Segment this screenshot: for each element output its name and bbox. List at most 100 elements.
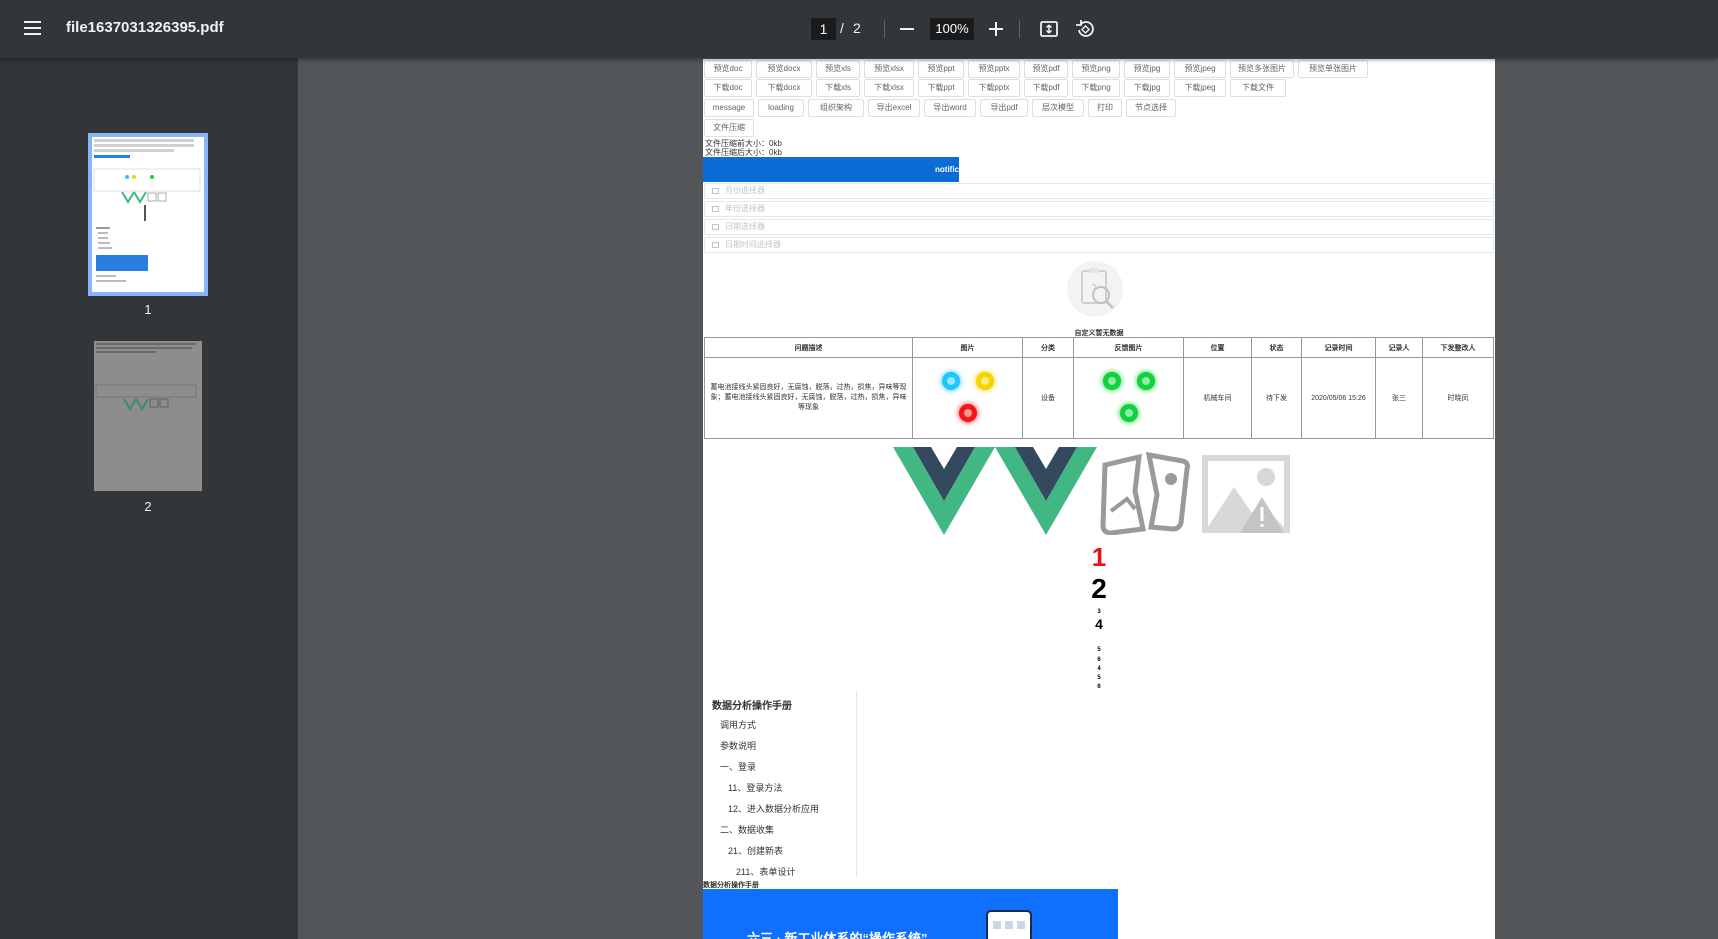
toc-item[interactable]: 二、数据收集: [720, 823, 774, 836]
action-button[interactable]: 预览jpg: [1124, 60, 1170, 78]
toc-item[interactable]: 调用方式: [720, 718, 756, 731]
action-button[interactable]: 预览多张图片: [1230, 60, 1294, 78]
feedback-light-image[interactable]: [1102, 372, 1121, 390]
cell-feedback-images: [1073, 357, 1184, 439]
year-picker-placeholder: 年份选择器: [725, 204, 765, 213]
pdf-toolbar: file1637031326395.pdf 1 / 2 100%: [0, 0, 1718, 58]
action-button[interactable]: 文件压缩: [704, 119, 754, 137]
action-button[interactable]: 导出pdf: [980, 99, 1028, 117]
action-button[interactable]: 下载doc: [704, 79, 752, 97]
page-thumbnail-2[interactable]: [94, 341, 202, 491]
cell-assignee: 时晓凤: [1422, 357, 1494, 439]
number-item: 4: [1097, 666, 1101, 672]
rotate-button[interactable]: [1070, 14, 1100, 44]
datetime-picker-placeholder: 日期时间选择器: [725, 240, 781, 249]
pdf-page: 预览doc 预览docx 预览xls 预览xlsx 预览ppt 预览pptx 预览pdf 预览…: [703, 59, 1495, 939]
action-button[interactable]: 预览ppt: [918, 60, 964, 78]
zoom-out-button[interactable]: [892, 14, 922, 44]
header-image: 图片: [912, 337, 1023, 358]
number-item: 1: [1091, 542, 1107, 572]
action-button[interactable]: 下载文件: [1230, 79, 1286, 97]
number-item: 3: [1097, 609, 1101, 615]
notification-bar: notific: [703, 157, 959, 182]
datetime-picker[interactable]: 日期时间选择器: [704, 237, 1494, 253]
banner-text: 六三 · 新工业体系的“操作系统”: [747, 931, 928, 939]
action-button[interactable]: 预览pdf: [1024, 60, 1068, 78]
menu-icon[interactable]: [16, 17, 48, 41]
month-picker[interactable]: 月份选择器: [704, 183, 1494, 199]
action-button[interactable]: 下载pdf: [1024, 79, 1068, 97]
header-status: 状态: [1251, 337, 1302, 358]
year-picker[interactable]: 年份选择器: [704, 201, 1494, 217]
action-button[interactable]: 打印: [1088, 99, 1122, 117]
action-button[interactable]: 预览jpeg: [1174, 60, 1226, 78]
action-button[interactable]: loading: [758, 99, 804, 117]
header-location: 位置: [1183, 337, 1252, 358]
feedback-light-image[interactable]: [1136, 372, 1155, 390]
action-button[interactable]: 组织架构: [808, 99, 864, 117]
header-recorder: 记录人: [1375, 337, 1423, 358]
notification-text: notific: [935, 165, 959, 174]
action-button[interactable]: 下载xls: [816, 79, 860, 97]
thumbnail-label-1: 1: [144, 302, 152, 317]
status-light-image[interactable]: [958, 404, 977, 422]
table-header-row: 问题描述 图片 分类 反馈图片 位置 状态 记录时间 记录人 下发整改人: [704, 337, 1494, 358]
zoom-input[interactable]: 100%: [930, 18, 974, 40]
feedback-light-image[interactable]: [1119, 404, 1138, 422]
current-page-input[interactable]: 1: [811, 18, 836, 40]
vue-logo-icon: [995, 447, 1097, 535]
toc-item[interactable]: 11、登录方法: [728, 781, 782, 794]
status-light-image[interactable]: [975, 372, 994, 390]
toolbar-divider: [1019, 20, 1020, 38]
action-button[interactable]: 下载ppt: [918, 79, 964, 97]
toc-divider: [856, 691, 857, 877]
action-button[interactable]: 下载jpg: [1124, 79, 1170, 97]
broken-image-icon: [1100, 451, 1190, 535]
action-button[interactable]: 预览doc: [704, 60, 752, 78]
action-button[interactable]: 下载png: [1072, 79, 1120, 97]
issue-table: 问题描述 图片 分类 反馈图片 位置 状态 记录时间 记录人 下发整改人 蓄电池…: [704, 337, 1494, 439]
minus-icon: [900, 28, 914, 30]
number-item: 4: [1095, 616, 1103, 632]
date-picker-placeholder: 日期选择器: [725, 222, 765, 231]
action-button[interactable]: 导出excel: [868, 99, 920, 117]
action-button[interactable]: 下载pptx: [968, 79, 1020, 97]
cell-location: 机械车间: [1183, 357, 1252, 439]
action-button[interactable]: 下载xlsx: [864, 79, 914, 97]
action-button[interactable]: 预览docx: [756, 60, 812, 78]
calendar-icon: [712, 206, 719, 212]
action-button[interactable]: 下载docx: [756, 79, 812, 97]
action-button[interactable]: 预览单张图片: [1298, 60, 1368, 78]
page-2-preview: [95, 343, 197, 411]
toc-title: 数据分析操作手册: [712, 701, 792, 712]
action-button[interactable]: 层次模型: [1032, 99, 1084, 117]
cell-time: 2020/05/06 15:26: [1301, 357, 1376, 439]
status-light-image[interactable]: [941, 372, 960, 390]
document-viewer[interactable]: 预览doc 预览docx 预览xls 预览xlsx 预览ppt 预览pptx 预览pdf 预览…: [298, 58, 1718, 939]
action-button[interactable]: 下载jpeg: [1174, 79, 1226, 97]
action-button[interactable]: 预览pptx: [968, 60, 1020, 78]
toc-item[interactable]: 21、创建新表: [728, 844, 783, 857]
vue-logo-icon: [893, 447, 995, 535]
header-description: 问题描述: [704, 337, 913, 358]
device-icon: [986, 910, 1032, 939]
toc-item[interactable]: 12、进入数据分析应用: [728, 802, 819, 815]
action-button[interactable]: 节点选择: [1126, 99, 1176, 117]
page-thumbnail-1[interactable]: [88, 133, 208, 296]
action-button[interactable]: message: [704, 99, 754, 117]
header-record-time: 记录时间: [1301, 337, 1376, 358]
toc-item[interactable]: 参数说明: [720, 739, 756, 752]
action-button[interactable]: 预览xls: [816, 60, 860, 78]
toc-item[interactable]: 一、登录: [720, 760, 756, 773]
number-item: 2: [1091, 573, 1107, 604]
cell-recorder: 张三: [1375, 357, 1423, 439]
action-button[interactable]: 预览png: [1072, 60, 1120, 78]
rotate-icon: [1076, 20, 1094, 37]
number-item: 5: [1097, 647, 1101, 653]
date-picker[interactable]: 日期选择器: [704, 219, 1494, 235]
fit-page-button[interactable]: [1034, 14, 1064, 44]
action-button[interactable]: 预览xlsx: [864, 60, 914, 78]
zoom-in-button[interactable]: [981, 14, 1011, 44]
action-button[interactable]: 导出word: [924, 99, 976, 117]
toc-item[interactable]: 211、表单设计: [736, 865, 795, 878]
